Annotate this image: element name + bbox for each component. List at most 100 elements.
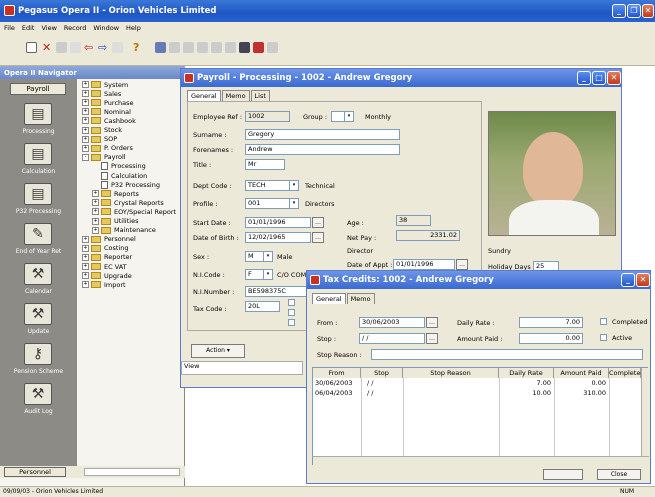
amount-paid-field[interactable]: 0.00: [519, 333, 583, 344]
navigator-tab-personnel[interactable]: Personnel: [4, 467, 66, 477]
expand-icon[interactable]: +: [92, 226, 99, 234]
tool-icon-5[interactable]: [225, 42, 236, 53]
tree-item[interactable]: - Payroll: [82, 153, 126, 162]
navigator-tab-payroll[interactable]: Payroll: [10, 83, 66, 95]
calculation-icon[interactable]: ▤: [24, 143, 52, 165]
active-checkbox[interactable]: [600, 334, 607, 341]
ni-code-dropdown-icon[interactable]: ▾: [263, 269, 273, 280]
expand-icon[interactable]: +: [82, 253, 89, 261]
nav-item-update[interactable]: Update: [0, 328, 77, 335]
minimize-icon[interactable]: _: [577, 71, 591, 85]
nav-item-audit-log[interactable]: Audit Log: [0, 408, 77, 415]
close-icon[interactable]: ✕: [607, 71, 621, 85]
dob-field[interactable]: 12/02/1965: [245, 232, 311, 243]
tree-item[interactable]: + EOY/Special Report: [92, 207, 176, 216]
appt-picker-icon[interactable]: …: [456, 259, 468, 270]
tree-item[interactable]: + Reporter: [82, 253, 132, 262]
expand-icon[interactable]: +: [82, 144, 89, 152]
tab-memo[interactable]: Memo: [221, 90, 250, 101]
calendar-icon[interactable]: ⚒: [24, 263, 52, 285]
tree-item[interactable]: Calculation: [92, 171, 147, 180]
menu-window[interactable]: Window: [93, 24, 119, 32]
tree-item[interactable]: + Cashbook: [82, 116, 136, 125]
ni-number-field[interactable]: BE598375C: [245, 286, 309, 297]
tab-list[interactable]: List: [250, 90, 270, 101]
expand-icon[interactable]: +: [82, 281, 89, 289]
column-header-stop[interactable]: Stop: [361, 368, 403, 378]
tree-item[interactable]: + SOP: [82, 135, 117, 144]
tree-item[interactable]: + Reports: [92, 189, 139, 198]
checkbox-2[interactable]: [288, 309, 295, 316]
table-row[interactable]: 30/06/2003 / / 7.00 0.00: [313, 379, 641, 388]
expand-icon[interactable]: +: [92, 199, 99, 207]
nav-item-processing[interactable]: Processing: [0, 128, 77, 135]
tab-general[interactable]: General: [187, 90, 221, 101]
stop-reason-field[interactable]: [371, 349, 643, 360]
dept-code-field[interactable]: TECH: [245, 180, 291, 191]
title-field[interactable]: Mr: [245, 159, 285, 170]
expand-icon[interactable]: +: [92, 208, 99, 216]
menu-view[interactable]: View: [41, 24, 56, 32]
surname-field[interactable]: Gregory: [245, 129, 400, 140]
nav-item-p32[interactable]: P32 Processing: [0, 208, 77, 215]
update-icon[interactable]: ⚒: [24, 303, 52, 325]
start-date-picker-icon[interactable]: …: [312, 217, 324, 228]
collapse-icon[interactable]: -: [82, 153, 89, 161]
tool-icon-2[interactable]: [183, 42, 194, 53]
column-header-completed[interactable]: Completed: [609, 368, 644, 378]
menu-file[interactable]: File: [4, 24, 15, 32]
stop-picker-icon[interactable]: …: [426, 333, 438, 344]
maximize-icon[interactable]: □: [592, 71, 606, 85]
tree-item[interactable]: + Nominal: [82, 107, 131, 116]
expand-icon[interactable]: +: [82, 81, 89, 88]
grid-horizontal-scrollbar[interactable]: [313, 456, 649, 465]
daily-rate-field[interactable]: 7.00: [519, 317, 583, 328]
dob-picker-icon[interactable]: …: [312, 232, 324, 243]
nav-item-calculation[interactable]: Calculation: [0, 168, 77, 175]
expand-icon[interactable]: +: [82, 235, 89, 243]
menu-help[interactable]: Help: [126, 24, 141, 32]
menu-edit[interactable]: Edit: [22, 24, 35, 32]
tool-icon-8[interactable]: [267, 42, 278, 53]
back-icon[interactable]: ⇦: [84, 42, 95, 53]
help-icon[interactable]: ?: [133, 42, 144, 53]
sex-field[interactable]: M: [245, 251, 265, 262]
tree-item[interactable]: + Import: [82, 280, 126, 289]
end-of-year-icon[interactable]: ✎: [24, 223, 52, 245]
tool-icon-1[interactable]: [169, 42, 180, 53]
expand-icon[interactable]: +: [82, 90, 89, 98]
tree-item[interactable]: + Utilities: [92, 217, 138, 226]
tree-item[interactable]: P32 Processing: [92, 180, 160, 189]
profile-dropdown-icon[interactable]: ▾: [289, 198, 299, 209]
stop-field[interactable]: / /: [359, 333, 425, 344]
nav-item-end-of-year[interactable]: End of Year Ret: [0, 248, 77, 255]
from-picker-icon[interactable]: …: [426, 317, 438, 328]
audit-log-icon[interactable]: ⚒: [24, 383, 52, 405]
minimize-icon[interactable]: _: [612, 4, 626, 18]
tree-item[interactable]: + Costing: [82, 244, 129, 253]
expand-icon[interactable]: +: [82, 108, 89, 116]
tree-item[interactable]: + P. Orders: [82, 144, 133, 153]
action-button[interactable]: Action ▾: [191, 344, 245, 358]
menu-record[interactable]: Record: [64, 24, 86, 32]
tool-icon-4[interactable]: [211, 42, 222, 53]
print-icon[interactable]: [70, 42, 81, 53]
tax-tab-memo[interactable]: Memo: [346, 293, 375, 304]
tree-item[interactable]: + Maintenance: [92, 226, 156, 235]
expand-icon[interactable]: +: [82, 99, 89, 107]
forward-icon[interactable]: ⇨: [98, 42, 109, 53]
restore-icon[interactable]: ❐: [627, 4, 641, 18]
new-icon[interactable]: [26, 42, 37, 53]
expand-icon[interactable]: +: [82, 244, 89, 252]
column-header-from[interactable]: From: [313, 368, 361, 378]
column-header-stop-reason[interactable]: Stop Reason: [403, 368, 499, 378]
column-header-daily-rate[interactable]: Daily Rate: [499, 368, 554, 378]
tree-item[interactable]: + Sales: [82, 89, 121, 98]
navigator-scrollbar[interactable]: [84, 468, 180, 476]
processing-icon[interactable]: ▤: [24, 103, 52, 125]
tax-tab-general[interactable]: General: [312, 293, 346, 304]
close-icon[interactable]: ✕: [642, 4, 654, 18]
dept-dropdown-icon[interactable]: ▾: [289, 180, 299, 191]
tree-item[interactable]: + Upgrade: [82, 271, 132, 280]
close-button[interactable]: Close: [597, 469, 641, 480]
